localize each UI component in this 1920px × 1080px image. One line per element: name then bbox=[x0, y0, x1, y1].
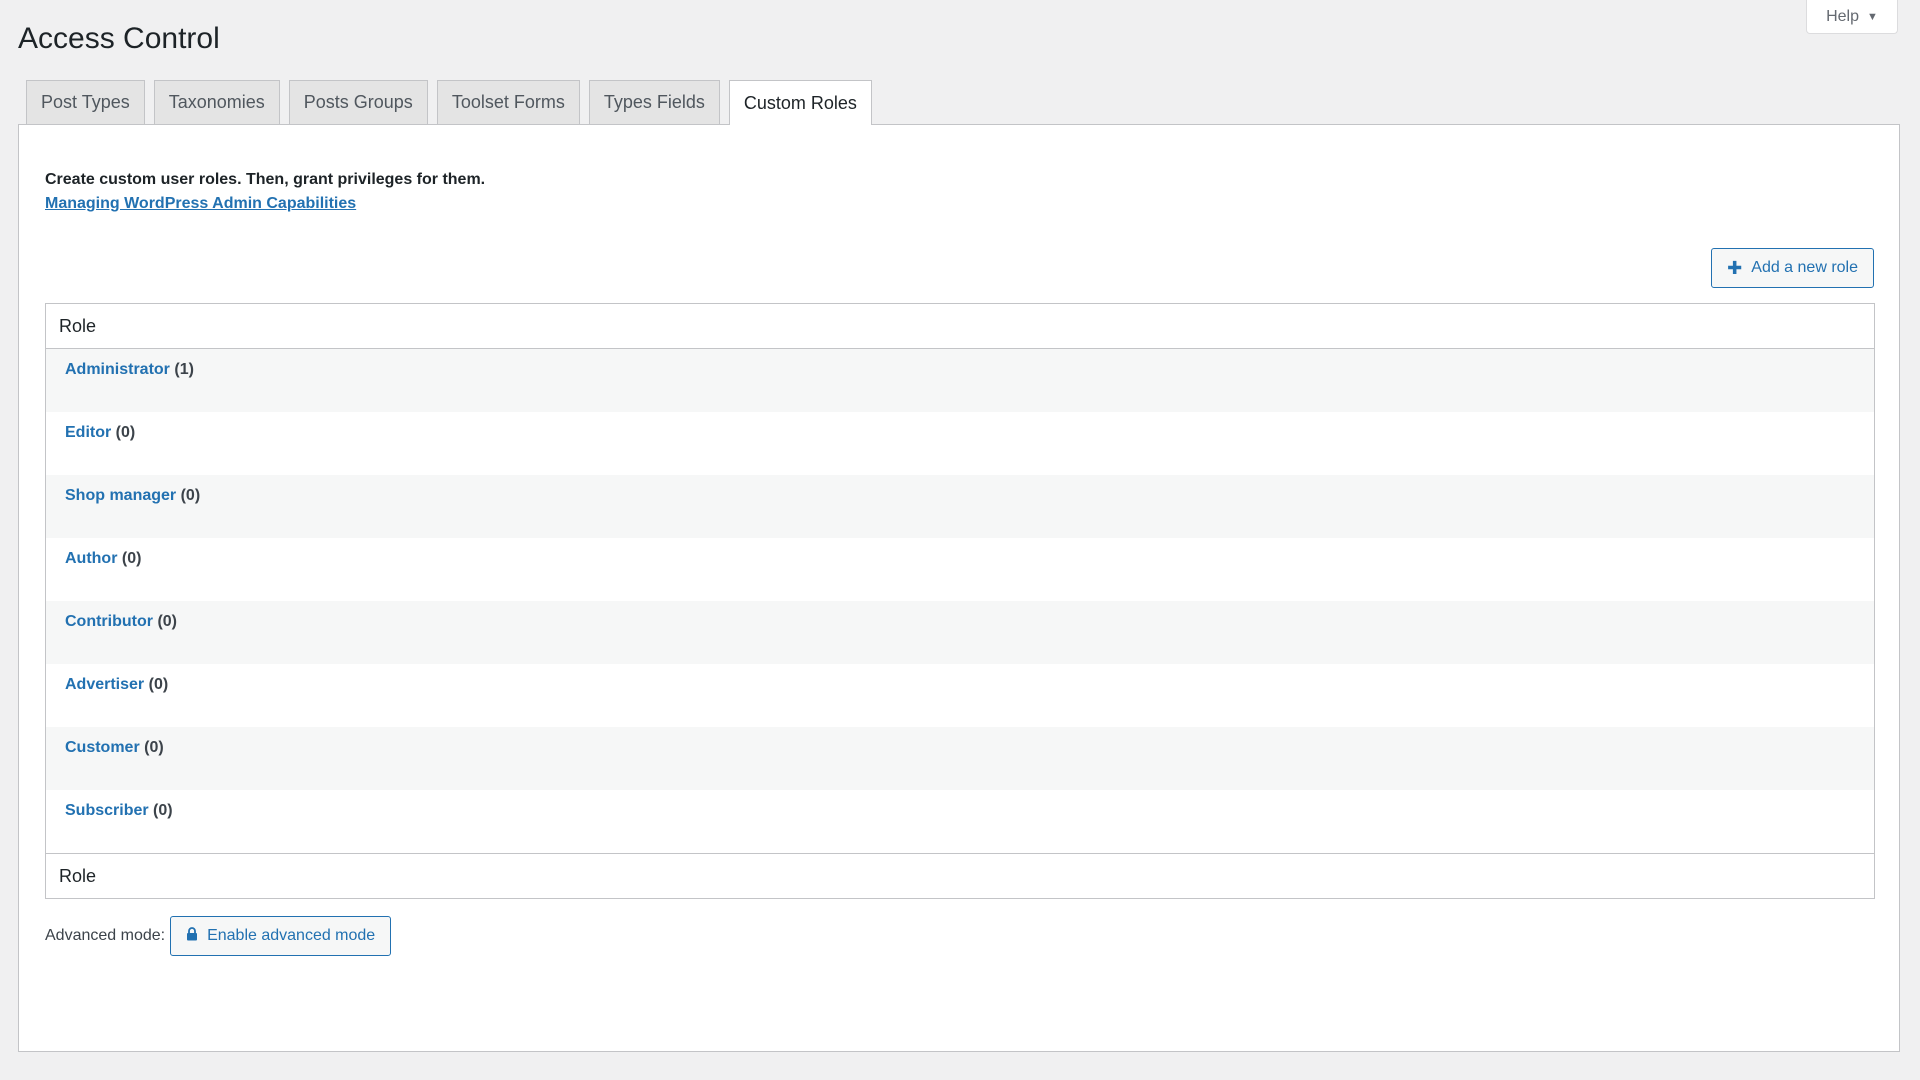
tab-bar: Post Types Taxonomies Posts Groups Tools… bbox=[26, 80, 872, 125]
table-row: Subscriber (0) bbox=[46, 790, 1874, 853]
help-button[interactable]: Help ▼ bbox=[1806, 0, 1898, 34]
table-row: Advertiser (0) bbox=[46, 664, 1874, 727]
enable-advanced-mode-button[interactable]: Enable advanced mode bbox=[170, 916, 392, 956]
table-row: Administrator (1) bbox=[46, 349, 1874, 412]
custom-roles-panel: Create custom user roles. Then, grant pr… bbox=[18, 124, 1900, 1052]
add-role-button[interactable]: ✚ Add a new role bbox=[1711, 248, 1874, 288]
enable-advanced-mode-label: Enable advanced mode bbox=[207, 927, 376, 944]
advanced-mode-label: Advanced mode: bbox=[45, 927, 166, 944]
page-title: Access Control bbox=[18, 22, 220, 55]
tab-post-types[interactable]: Post Types bbox=[26, 80, 145, 124]
table-row: Customer (0) bbox=[46, 727, 1874, 790]
tab-types-fields[interactable]: Types Fields bbox=[588, 80, 720, 124]
role-count: (0) bbox=[180, 487, 201, 504]
role-count: (0) bbox=[121, 550, 142, 567]
advanced-mode-row: Advanced mode: Enable advanced mode bbox=[45, 916, 392, 956]
column-footer-role[interactable]: Role bbox=[46, 853, 1874, 898]
plus-icon: ✚ bbox=[1727, 258, 1743, 278]
tab-toolset-forms[interactable]: Toolset Forms bbox=[436, 80, 580, 124]
role-link-author[interactable]: Author bbox=[65, 550, 117, 567]
tab-taxonomies[interactable]: Taxonomies bbox=[153, 80, 280, 124]
role-count: (1) bbox=[174, 361, 194, 378]
tab-posts-groups[interactable]: Posts Groups bbox=[288, 80, 428, 124]
role-link-administrator[interactable]: Administrator bbox=[65, 361, 170, 378]
role-count: (0) bbox=[144, 739, 164, 756]
role-count: (0) bbox=[148, 676, 169, 693]
role-link-shop-manager[interactable]: Shop manager bbox=[65, 487, 176, 504]
role-count: (0) bbox=[115, 424, 136, 441]
add-role-label: Add a new role bbox=[1751, 259, 1858, 276]
column-header-role[interactable]: Role bbox=[46, 304, 1874, 349]
role-count: (0) bbox=[157, 613, 177, 630]
roles-table-body: Administrator (1) Editor (0) Shop manage… bbox=[46, 349, 1874, 853]
table-row: Editor (0) bbox=[46, 412, 1874, 475]
role-link-contributor[interactable]: Contributor bbox=[65, 613, 153, 630]
tab-custom-roles[interactable]: Custom Roles bbox=[728, 80, 872, 125]
role-link-customer[interactable]: Customer bbox=[65, 739, 140, 756]
docs-link[interactable]: Managing WordPress Admin Capabilities bbox=[45, 195, 356, 213]
caret-down-icon: ▼ bbox=[1867, 10, 1878, 23]
help-label: Help bbox=[1826, 7, 1859, 25]
role-link-advertiser[interactable]: Advertiser bbox=[65, 676, 144, 693]
table-row: Contributor (0) bbox=[46, 601, 1874, 664]
intro-text: Create custom user roles. Then, grant pr… bbox=[45, 171, 486, 188]
role-link-editor[interactable]: Editor bbox=[65, 424, 111, 441]
table-row: Author (0) bbox=[46, 538, 1874, 601]
role-count: (0) bbox=[153, 802, 173, 819]
roles-table: Role Administrator (1) Editor (0) Shop m… bbox=[45, 303, 1875, 899]
table-row: Shop manager (0) bbox=[46, 475, 1874, 538]
role-link-subscriber[interactable]: Subscriber bbox=[65, 802, 149, 819]
lock-icon bbox=[186, 926, 198, 946]
